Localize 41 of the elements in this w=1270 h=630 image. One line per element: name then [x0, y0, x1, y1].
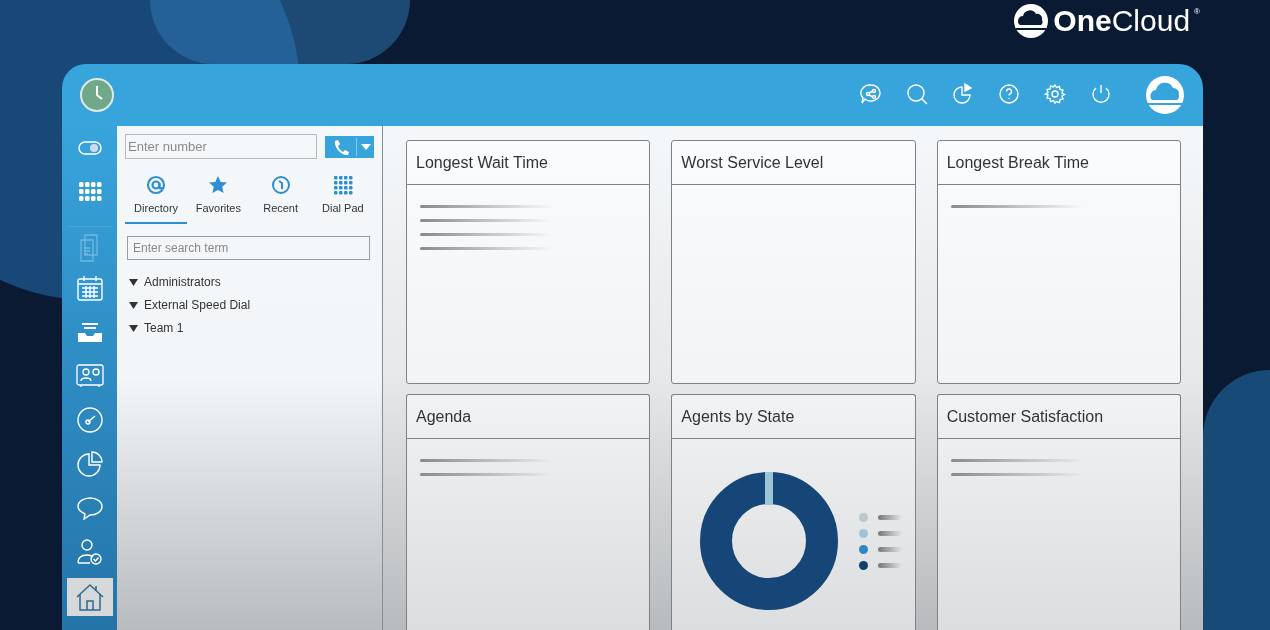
- tree-item[interactable]: Team 1: [144, 319, 184, 337]
- tab[interactable]: Recent: [249, 175, 312, 224]
- brand-name: OneCloud: [1053, 6, 1191, 36]
- tab[interactable]: Favorites: [187, 175, 250, 224]
- search-field[interactable]: Enter search term: [127, 235, 370, 260]
- recent-icon: [270, 175, 291, 195]
- card-title: Agents by State: [681, 406, 795, 427]
- placeholder-line: [878, 514, 903, 520]
- tree-item[interactable]: Administrators: [144, 273, 221, 291]
- grid-icon: [77, 181, 102, 203]
- gauge-icon: [76, 407, 103, 433]
- placeholder-line: [878, 546, 903, 552]
- card-title: Agenda: [416, 406, 472, 427]
- at-icon: [146, 175, 167, 195]
- chat-bubble-icon: [76, 496, 103, 520]
- placeholder-line: [878, 530, 903, 536]
- clock-icon: [80, 78, 114, 112]
- home-icon: [74, 583, 105, 611]
- card-title: Longest Break Time: [946, 152, 1089, 173]
- dialpad-icon: [332, 175, 353, 195]
- tab[interactable]: Directory: [125, 175, 188, 224]
- star-icon: [208, 175, 229, 195]
- cloud-logo-icon: [1013, 1, 1050, 41]
- user-check-icon: [76, 538, 103, 566]
- card-title: Worst Service Level: [681, 152, 824, 173]
- tab[interactable]: Dial Pad: [311, 175, 374, 224]
- pie-chart-icon: [76, 451, 103, 477]
- calendar-icon: [76, 275, 103, 301]
- inbox-icon: [76, 321, 103, 343]
- card-title: Longest Wait Time: [416, 152, 548, 173]
- home-button[interactable]: [66, 578, 113, 616]
- cloud-avatar-icon: [1145, 75, 1185, 115]
- tree-item[interactable]: External Speed Dial: [144, 296, 251, 314]
- toggle-icon: [77, 141, 102, 155]
- contact-card-icon: [75, 364, 104, 388]
- number-field[interactable]: Enter number: [125, 134, 318, 159]
- card-title: Customer Satisfaction: [946, 406, 1104, 427]
- placeholder-line: [878, 562, 903, 568]
- registered-mark: ®: [1194, 6, 1200, 18]
- call-button[interactable]: [325, 135, 374, 158]
- caret-icon: [360, 143, 371, 150]
